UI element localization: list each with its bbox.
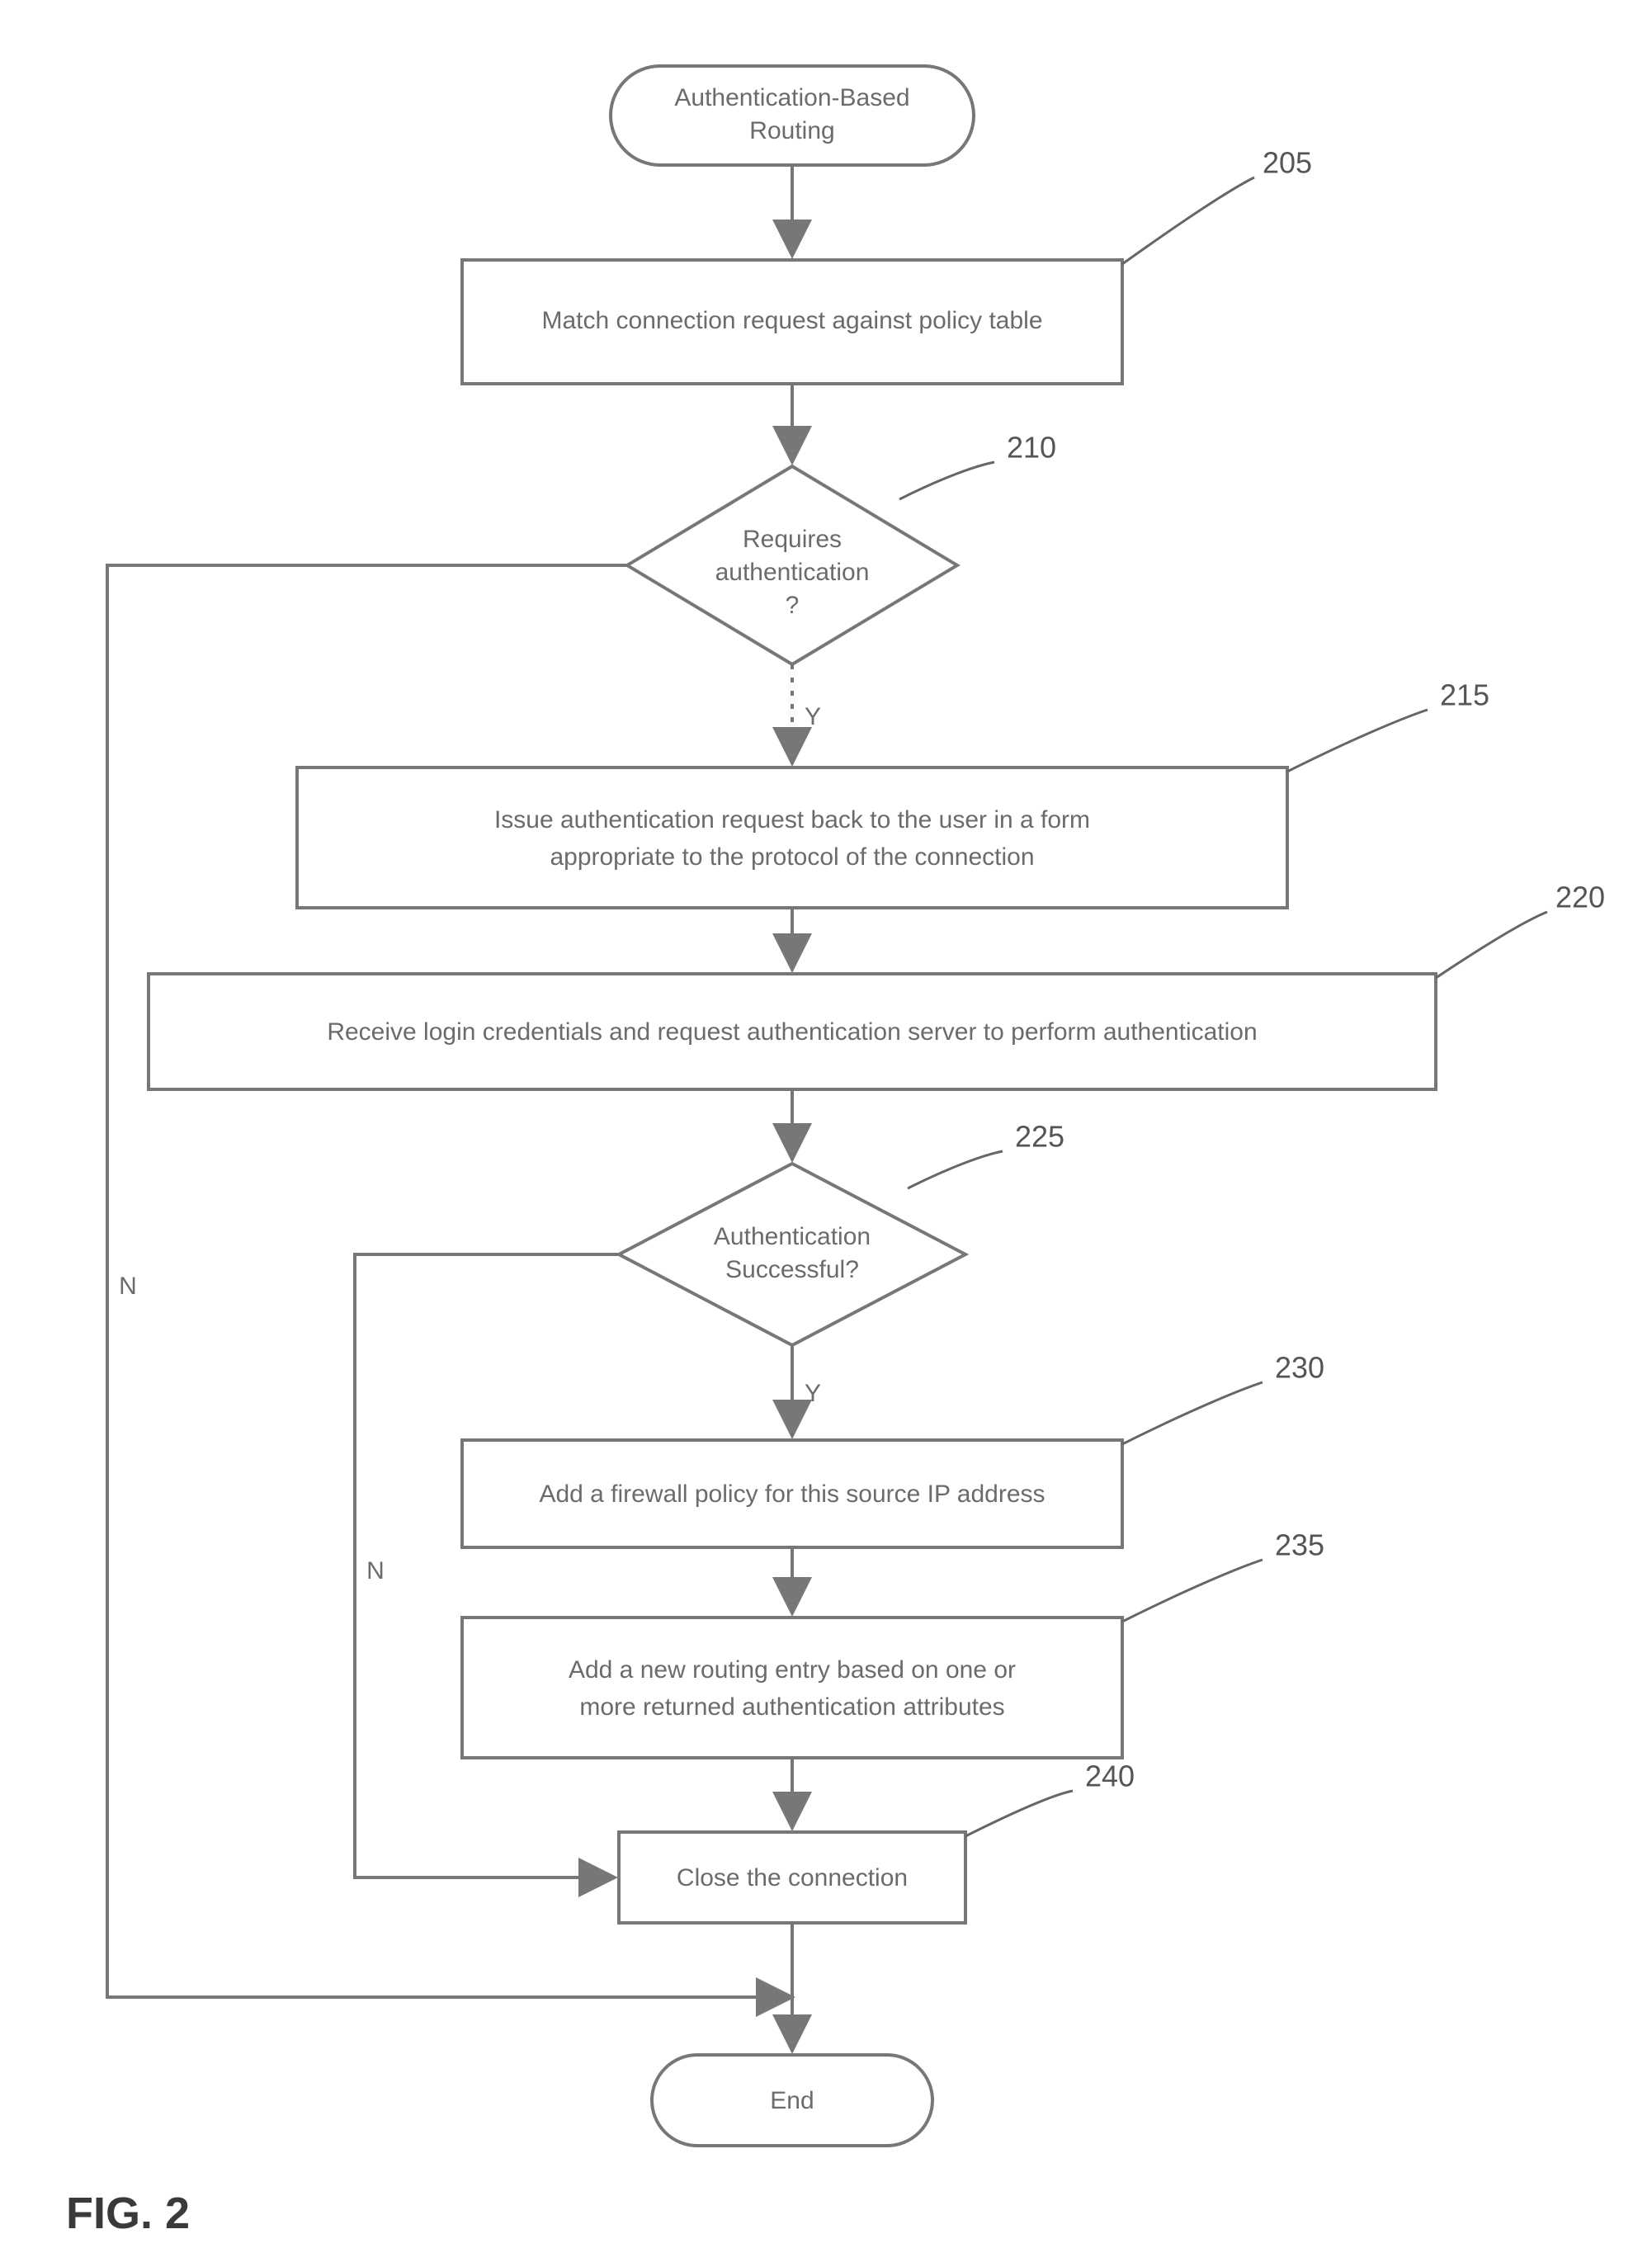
ref-235: 235 (1275, 1528, 1324, 1562)
step-240: Close the connection (619, 1832, 965, 1923)
step-235-l2: more returned authentication attributes (579, 1693, 1004, 1721)
leader-210 (899, 462, 994, 499)
ref-230: 230 (1275, 1351, 1324, 1385)
step-235: Add a new routing entry based on one or … (462, 1618, 1122, 1758)
edge-n1: N (119, 1273, 137, 1300)
edge-y2: Y (805, 1380, 821, 1407)
leader-230 (1122, 1382, 1263, 1444)
step-215-l2: appropriate to the protocol of the conne… (550, 843, 1034, 871)
ref-210: 210 (1007, 431, 1056, 465)
leader-205 (1122, 177, 1254, 264)
dec-225-l1: Authentication (714, 1223, 871, 1250)
figure-label: FIG. 2 (66, 2189, 190, 2238)
leader-235 (1122, 1560, 1263, 1622)
ref-225: 225 (1015, 1120, 1064, 1154)
dec-210-l3: ? (786, 592, 800, 619)
decision-225: Authentication Successful? (619, 1164, 965, 1345)
ref-220: 220 (1555, 881, 1605, 914)
step-215: Issue authentication request back to the… (297, 767, 1287, 908)
leader-220 (1436, 912, 1547, 978)
conn-210-no-end (107, 565, 792, 1997)
step-205-text: Match connection request against policy … (541, 307, 1042, 334)
flowchart-canvas: Authentication-Based Routing Match conne… (0, 0, 1652, 2267)
step-240-text: Close the connection (677, 1864, 908, 1892)
step-235-l1: Add a new routing entry based on one or (569, 1656, 1016, 1684)
edge-y1: Y (805, 703, 821, 730)
end-terminator: End (652, 2055, 932, 2146)
dec-225-l2: Successful? (725, 1256, 859, 1283)
dec-210-l2: authentication (715, 559, 870, 586)
start-line2: Routing (749, 117, 834, 144)
dec-210-l1: Requires (743, 526, 842, 553)
start-terminator: Authentication-Based Routing (611, 66, 974, 165)
end-text: End (770, 2087, 814, 2114)
step-230-text: Add a firewall policy for this source IP… (539, 1481, 1045, 1508)
leader-225 (908, 1151, 1003, 1188)
leader-215 (1287, 710, 1428, 772)
ref-215: 215 (1440, 678, 1489, 712)
conn-225-no-240 (355, 1254, 619, 1877)
ref-205: 205 (1263, 146, 1312, 180)
leader-240 (965, 1791, 1073, 1836)
edge-n2: N (366, 1557, 385, 1585)
step-215-l1: Issue authentication request back to the… (494, 806, 1090, 834)
ref-240: 240 (1085, 1759, 1135, 1793)
step-220-text: Receive login credentials and request au… (327, 1018, 1257, 1046)
step-230: Add a firewall policy for this source IP… (462, 1440, 1122, 1547)
step-220: Receive login credentials and request au… (149, 974, 1436, 1089)
step-205: Match connection request against policy … (462, 260, 1122, 384)
start-line1: Authentication-Based (674, 84, 909, 111)
